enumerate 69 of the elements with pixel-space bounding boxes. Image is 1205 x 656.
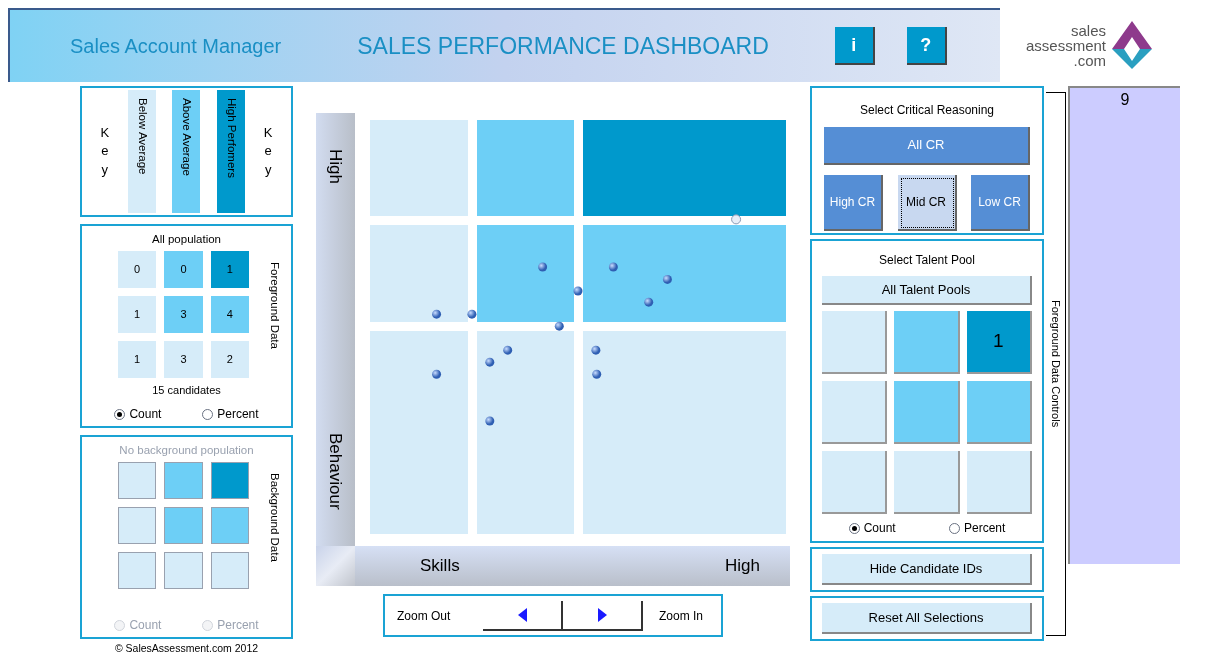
grid-cell: 3 — [164, 296, 203, 333]
talent-pool-cell[interactable] — [894, 311, 960, 374]
cr-button[interactable]: Low CR — [971, 175, 1030, 231]
axis-label: High — [725, 555, 760, 578]
key-label: Key — [262, 124, 274, 179]
talent-pool-cell[interactable] — [966, 381, 1032, 444]
right-triangle-icon — [597, 607, 607, 622]
grid-cell: 0 — [164, 251, 203, 288]
grid-cell: 2 — [210, 341, 249, 378]
radio-button[interactable] — [848, 522, 860, 534]
radio-label: Percent — [963, 521, 1006, 535]
zoom-out-label: Zoom Out — [397, 607, 452, 625]
talent-pool-cell[interactable]: 1 — [966, 311, 1032, 374]
side-label: Foreground Data — [268, 262, 282, 349]
radio-button[interactable] — [202, 408, 214, 420]
header-button[interactable]: i — [834, 27, 875, 65]
logo-text: .com — [1073, 52, 1107, 68]
side-label: Background Data — [268, 473, 282, 562]
grid-cell: 0 — [118, 251, 157, 288]
axis-label: Behaviour — [325, 433, 347, 510]
talent-pool-cell[interactable] — [894, 381, 960, 444]
talent-pool-cell[interactable] — [966, 451, 1032, 514]
left-triangle-icon — [517, 607, 527, 622]
talent-pool-cell[interactable] — [822, 451, 888, 514]
all-cr-button[interactable]: All CR — [824, 127, 1030, 165]
radio-button[interactable] — [114, 408, 126, 420]
grid-cell: 1 — [118, 296, 157, 333]
grid-cell: 4 — [210, 296, 249, 333]
grid-cell: 1 — [210, 251, 249, 288]
radio-label: Count — [863, 521, 896, 535]
all-talent-pools-button[interactable]: All Talent Pools — [822, 276, 1032, 305]
radio-button[interactable] — [948, 522, 960, 534]
legend-label: High Perfomers — [224, 98, 239, 180]
dashboard-title: SALES PERFORMANCE DASHBOARD — [357, 31, 769, 61]
count-value: 9 — [1120, 90, 1130, 110]
action-button[interactable]: Reset All Selections — [822, 603, 1032, 634]
side-label: Foreground Data Controls — [1048, 300, 1063, 428]
axis-corner — [316, 546, 355, 586]
talent-pool-cell[interactable] — [822, 311, 888, 374]
talent-pool-cell[interactable] — [894, 451, 960, 514]
cr-button[interactable]: Mid CR — [897, 175, 957, 231]
legend-label: Below Average — [135, 98, 150, 177]
logo-icon — [1110, 19, 1155, 71]
panel-title: All population — [151, 233, 222, 245]
radio-label: Percent — [217, 407, 259, 421]
axis-label: Skills — [420, 555, 460, 578]
action-button[interactable]: Hide Candidate IDs — [822, 554, 1032, 585]
panel-title: Select Critical Reasoning — [859, 103, 995, 117]
legend-label: Above Average — [180, 98, 195, 178]
zoom-out-button[interactable] — [483, 600, 563, 631]
header-button[interactable]: ? — [906, 27, 947, 65]
panel-title: No background population — [119, 444, 254, 456]
panel-title: Select Talent Pool — [879, 253, 975, 267]
axis-label: High — [325, 149, 347, 184]
cr-button[interactable]: High CR — [824, 175, 883, 231]
key-label: Key — [99, 124, 111, 179]
zoom-in-label: Zoom In — [659, 607, 703, 625]
grid-cell: 1 — [118, 341, 157, 378]
grid-cell: 3 — [164, 341, 203, 378]
app-title: Sales Account Manager — [70, 34, 282, 59]
radio-label: Count — [129, 618, 162, 632]
copyright-text: © SalesAssessment.com 2012 — [114, 642, 259, 654]
radio-label: Percent — [217, 618, 259, 632]
logo-text: sales — [1071, 22, 1107, 38]
zoom-in-button[interactable] — [563, 600, 643, 631]
talent-pool-cell[interactable] — [822, 381, 888, 444]
candidate-count: 15 candidates — [152, 384, 221, 396]
logo-text: assessment — [1026, 37, 1107, 53]
radio-label: Count — [129, 407, 162, 421]
